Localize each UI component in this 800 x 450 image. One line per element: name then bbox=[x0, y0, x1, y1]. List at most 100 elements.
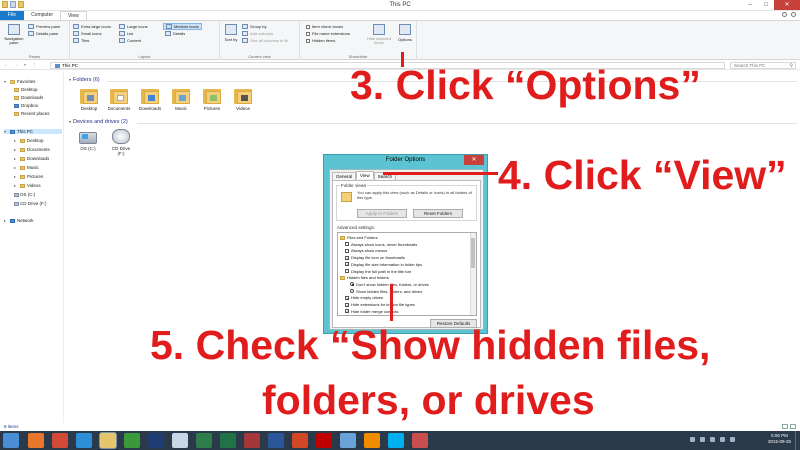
network-tray-icon[interactable] bbox=[710, 437, 715, 442]
advanced-settings-list[interactable]: Files and Folders Always show icons, neve… bbox=[337, 232, 477, 316]
word-icon[interactable] bbox=[268, 433, 284, 448]
hidden-items-option[interactable]: Hidden items bbox=[306, 38, 335, 43]
tab-view[interactable]: View bbox=[356, 171, 374, 179]
nav-pc-documents[interactable]: ▸ Documents bbox=[14, 147, 50, 152]
checkbox[interactable] bbox=[345, 248, 349, 253]
advanced-setting-row[interactable]: Always show icons, never thumbnails bbox=[345, 242, 417, 247]
minimize-icon[interactable]: – bbox=[742, 0, 758, 10]
advanced-setting-row[interactable]: ✓ Display file size information in folder… bbox=[345, 262, 422, 267]
publisher-icon[interactable] bbox=[196, 433, 212, 448]
folder-pictures[interactable]: Pictures bbox=[197, 87, 227, 111]
folders-section-header[interactable]: ▾ Folders (6) bbox=[69, 77, 100, 83]
extra-large-icons-option[interactable]: Extra large icons bbox=[73, 24, 111, 29]
nav-pc-music[interactable]: ▸ Music bbox=[14, 165, 39, 170]
camtasia-icon[interactable] bbox=[124, 433, 140, 448]
vlc-icon[interactable] bbox=[364, 433, 380, 448]
checkbox[interactable]: ✓ bbox=[345, 309, 349, 314]
up-icon[interactable]: ↑ bbox=[33, 62, 36, 68]
dropbox-tray-icon[interactable] bbox=[700, 437, 705, 442]
help-icon[interactable] bbox=[791, 12, 796, 17]
nav-fav-downloads[interactable]: Downloads bbox=[14, 95, 43, 100]
tab-general[interactable]: General bbox=[332, 172, 357, 180]
ie-icon[interactable] bbox=[76, 433, 92, 448]
nav-pc-desktop[interactable]: ▸ Desktop bbox=[14, 138, 44, 143]
file-name-extensions-checkbox[interactable] bbox=[306, 31, 310, 36]
advanced-setting-row[interactable]: Always show menus bbox=[345, 248, 387, 253]
nav-fav-recent-places[interactable]: Recent places bbox=[14, 111, 50, 116]
file-name-extensions-option[interactable]: File name extensions bbox=[306, 31, 350, 36]
advanced-setting-row[interactable]: Display the full path in the title bar bbox=[345, 269, 411, 274]
advanced-setting-row[interactable]: ✓ Display file icon on thumbnails bbox=[345, 255, 405, 260]
large-icons-view-icon[interactable] bbox=[790, 424, 796, 429]
advanced-setting-row[interactable]: ✓ Hide empty drives bbox=[345, 295, 383, 300]
checkbox[interactable]: ✓ bbox=[345, 262, 349, 267]
explorer-icon[interactable] bbox=[100, 433, 116, 448]
nav-pc-downloads[interactable]: ▸ Downloads bbox=[14, 156, 49, 161]
back-icon[interactable]: ← bbox=[4, 62, 9, 68]
chrome-icon[interactable] bbox=[52, 433, 68, 448]
tiles-option[interactable]: Tiles bbox=[73, 38, 89, 43]
nav-pc-pictures[interactable]: ▸ Pictures bbox=[14, 174, 43, 179]
advanced-setting-row[interactable]: Show hidden files, folders, and drives bbox=[350, 289, 422, 294]
powerpoint-icon[interactable] bbox=[292, 433, 308, 448]
radio-button[interactable] bbox=[350, 282, 354, 287]
app-icon[interactable] bbox=[172, 433, 188, 448]
details-option[interactable]: Details bbox=[165, 31, 185, 36]
drive-cd-f[interactable]: CD Drive (F:) bbox=[103, 129, 139, 156]
flag-icon[interactable] bbox=[730, 437, 735, 442]
nav-network[interactable]: ▸ Network bbox=[4, 218, 34, 223]
checkbox[interactable]: ✓ bbox=[345, 255, 349, 260]
checkbox[interactable] bbox=[345, 242, 349, 247]
forward-icon[interactable]: → bbox=[14, 62, 19, 68]
close-icon[interactable]: ✕ bbox=[774, 0, 800, 10]
drives-section-header[interactable]: ▾ Devices and drives (2) bbox=[69, 119, 128, 125]
nav-this-pc[interactable]: ▾ This PC bbox=[4, 129, 62, 134]
access-icon[interactable] bbox=[244, 433, 260, 448]
expand-arrow-icon[interactable]: ▸ bbox=[14, 138, 18, 143]
excel-icon[interactable] bbox=[220, 433, 236, 448]
expand-arrow-icon[interactable]: ▸ bbox=[14, 174, 18, 179]
sort-by-button[interactable]: Sort by bbox=[223, 24, 239, 42]
skype-icon[interactable] bbox=[388, 433, 404, 448]
volume-icon[interactable] bbox=[720, 437, 725, 442]
reset-folders-button[interactable]: Reset Folders bbox=[413, 209, 463, 218]
expand-arrow-icon[interactable]: ▸ bbox=[14, 147, 18, 152]
medium-icons-option[interactable]: Medium icons bbox=[163, 23, 202, 30]
details-view-icon[interactable] bbox=[782, 424, 788, 429]
preview-pane-button[interactable]: Preview pane bbox=[28, 24, 60, 29]
hidden-items-checkbox[interactable] bbox=[306, 38, 310, 43]
folder-music[interactable]: Music bbox=[166, 87, 196, 111]
add-columns-button[interactable]: Add columns bbox=[242, 31, 273, 36]
checkbox[interactable]: ✓ bbox=[345, 295, 349, 300]
radio-button[interactable] bbox=[350, 289, 354, 294]
maximize-icon[interactable]: □ bbox=[758, 0, 774, 10]
photoshop-icon[interactable] bbox=[148, 433, 164, 448]
list-option[interactable]: List bbox=[119, 31, 133, 36]
content-option[interactable]: Content bbox=[119, 38, 141, 43]
small-icons-option[interactable]: Small icons bbox=[73, 31, 101, 36]
advanced-setting-row[interactable]: ✓ Hide extensions for known file types bbox=[345, 302, 415, 307]
nav-fav-desktop[interactable]: Desktop bbox=[14, 87, 38, 92]
clock[interactable]: 5:06 PM 2015-09-25 bbox=[768, 433, 791, 445]
folder-videos[interactable]: Videos bbox=[228, 87, 258, 111]
recent-locations-icon[interactable]: ▾ bbox=[24, 62, 26, 67]
group-by-button[interactable]: Group by bbox=[242, 24, 266, 29]
snipping-icon[interactable] bbox=[412, 433, 428, 448]
expand-arrow-icon[interactable]: ▸ bbox=[14, 156, 18, 161]
tray-arrow-icon[interactable] bbox=[690, 437, 695, 442]
nav-pc-cd-drive[interactable]: ▸CD Drive (F:) bbox=[14, 201, 47, 206]
close-icon[interactable]: ✕ bbox=[464, 155, 484, 165]
show-desktop-button[interactable] bbox=[795, 431, 800, 450]
nav-fav-dropbox[interactable]: Dropbox bbox=[14, 103, 38, 108]
search-input[interactable]: Search This PC ⚲ bbox=[730, 62, 796, 69]
tab-computer[interactable]: Computer bbox=[24, 11, 60, 20]
tab-view[interactable]: View bbox=[60, 11, 87, 20]
nav-pc-videos[interactable]: ▸ Videos bbox=[14, 183, 41, 188]
tab-file[interactable]: File bbox=[0, 11, 25, 20]
collapse-arrow-icon[interactable]: ▾ bbox=[4, 129, 8, 134]
expand-arrow-icon[interactable]: ▸ bbox=[4, 218, 8, 223]
nav-favorites[interactable]: ▾ Favorites bbox=[4, 79, 36, 84]
start-button-icon[interactable] bbox=[3, 433, 19, 448]
nav-pc-os-drive[interactable]: ▸OS (C:) bbox=[14, 192, 35, 197]
folder-desktop[interactable]: Desktop bbox=[74, 87, 104, 111]
